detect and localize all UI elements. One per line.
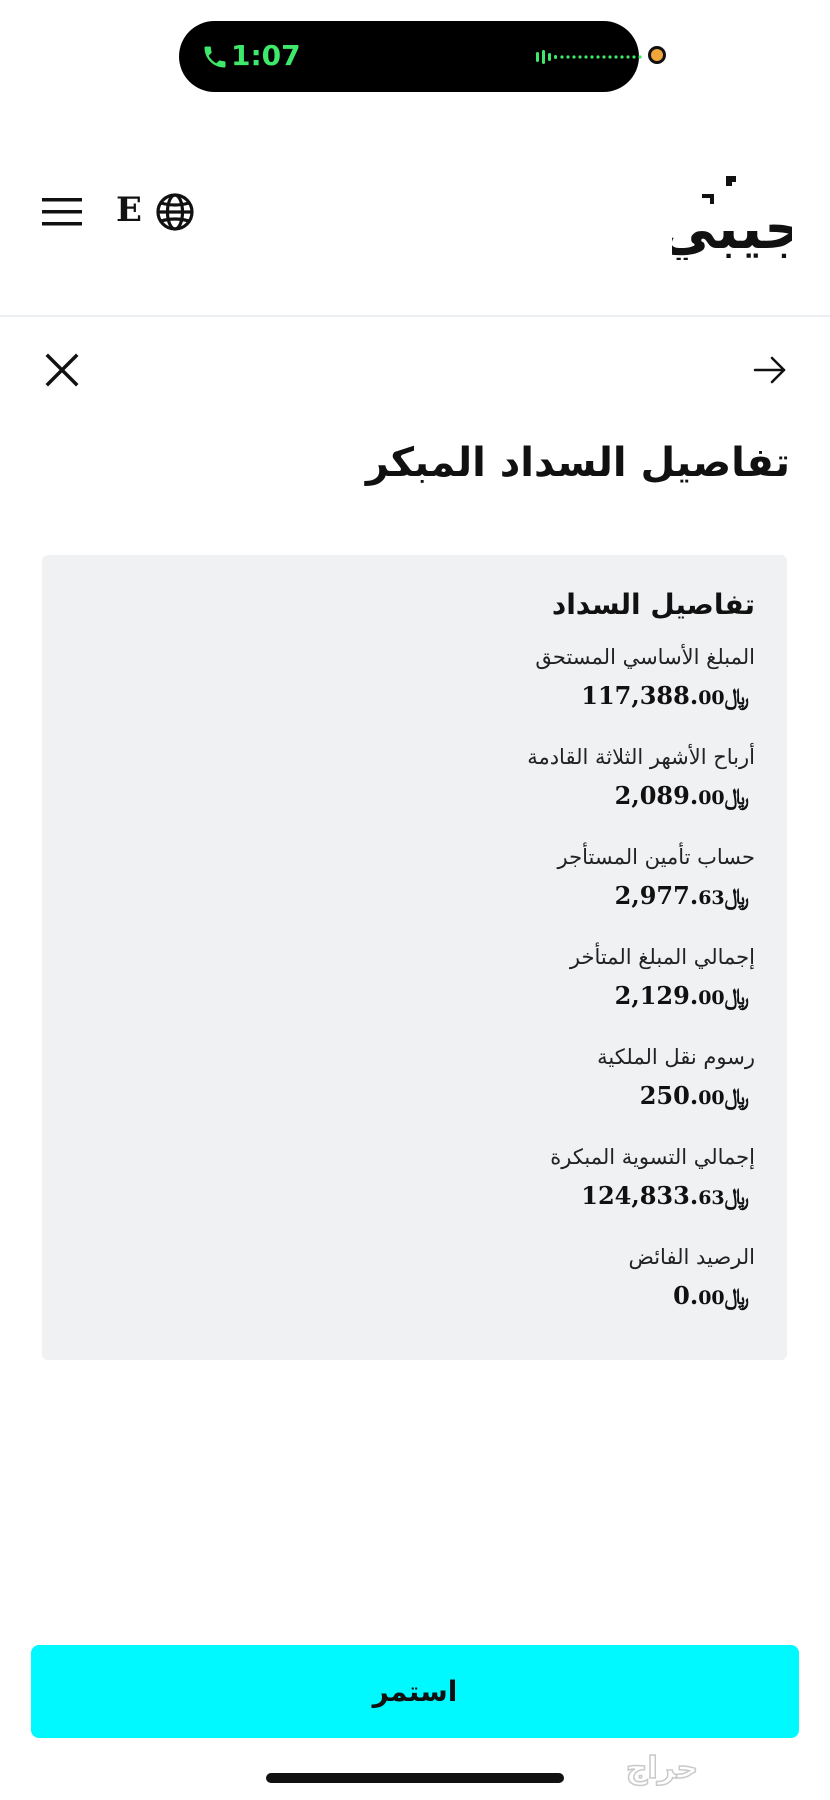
logo-text: جيبي <box>672 194 792 260</box>
riyal-icon: ﷼ <box>724 1084 749 1110</box>
continue-button[interactable]: استمر <box>31 1645 799 1738</box>
detail-value: ﷼124,833.63 <box>581 1181 749 1210</box>
detail-label: إجمالي التسوية المبكرة <box>550 1145 755 1169</box>
back-arrow-icon[interactable] <box>752 352 788 388</box>
home-indicator[interactable] <box>266 1773 564 1783</box>
detail-label: أرباح الأشهر الثلاثة القادمة <box>527 745 755 769</box>
language-letter[interactable]: E <box>116 190 142 230</box>
detail-insurance: حساب تأمين المستأجر ﷼2,977.63 <box>74 845 755 945</box>
detail-overdue: إجمالي المبلغ المتأخر ﷼2,129.00 <box>74 945 755 1045</box>
haraj-watermark: حراج <box>625 1750 699 1787</box>
riyal-icon: ﷼ <box>724 684 749 710</box>
riyal-icon: ﷼ <box>724 1284 749 1310</box>
svg-text:حراج: حراج <box>626 1751 698 1786</box>
close-icon[interactable] <box>44 352 80 388</box>
detail-value: ﷼2,129.00 <box>614 981 749 1010</box>
detail-label: المبلغ الأساسي المستحق <box>535 645 755 669</box>
detail-value: ﷼250.00 <box>639 1081 749 1110</box>
riyal-icon: ﷼ <box>724 1184 749 1210</box>
payment-details-card: تفاصيل السداد المبلغ الأساسي المستحق ﷼11… <box>42 555 787 1360</box>
app-header: E جيبي <box>0 140 830 317</box>
call-timer: 1:07 <box>231 39 301 72</box>
jeeny-logo[interactable]: جيبي <box>672 170 792 260</box>
detail-value: ﷼0.00 <box>673 1281 749 1310</box>
riyal-icon: ﷼ <box>724 784 749 810</box>
detail-label: حساب تأمين المستأجر <box>557 845 755 869</box>
detail-early-settlement-total: إجمالي التسوية المبكرة ﷼124,833.63 <box>74 1145 755 1245</box>
detail-profits: أرباح الأشهر الثلاثة القادمة ﷼2,089.00 <box>74 745 755 845</box>
detail-principal: المبلغ الأساسي المستحق ﷼117,388.00 <box>74 645 755 745</box>
riyal-icon: ﷼ <box>724 884 749 910</box>
hamburger-menu-icon[interactable] <box>42 196 82 228</box>
detail-label: إجمالي المبلغ المتأخر <box>569 945 755 969</box>
detail-value: ﷼2,977.63 <box>614 881 749 910</box>
detail-label: الرصيد الفائض <box>628 1245 755 1269</box>
detail-label: رسوم نقل الملكية <box>597 1045 755 1069</box>
detail-value: ﷼2,089.00 <box>614 781 749 810</box>
dynamic-island[interactable]: 1:07 <box>179 21 642 92</box>
page-title: تفاصيل السداد المبكر <box>365 440 790 486</box>
detail-surplus-balance: الرصيد الفائض ﷼0.00 <box>74 1245 755 1345</box>
globe-icon[interactable] <box>155 192 195 232</box>
audio-wave-icon <box>536 50 642 64</box>
riyal-icon: ﷼ <box>724 984 749 1010</box>
phone-icon <box>204 46 226 68</box>
detail-transfer-fees: رسوم نقل الملكية ﷼250.00 <box>74 1045 755 1145</box>
recording-indicator <box>648 46 666 64</box>
card-title: تفاصيل السداد <box>551 588 755 621</box>
detail-value: ﷼117,388.00 <box>581 681 749 710</box>
